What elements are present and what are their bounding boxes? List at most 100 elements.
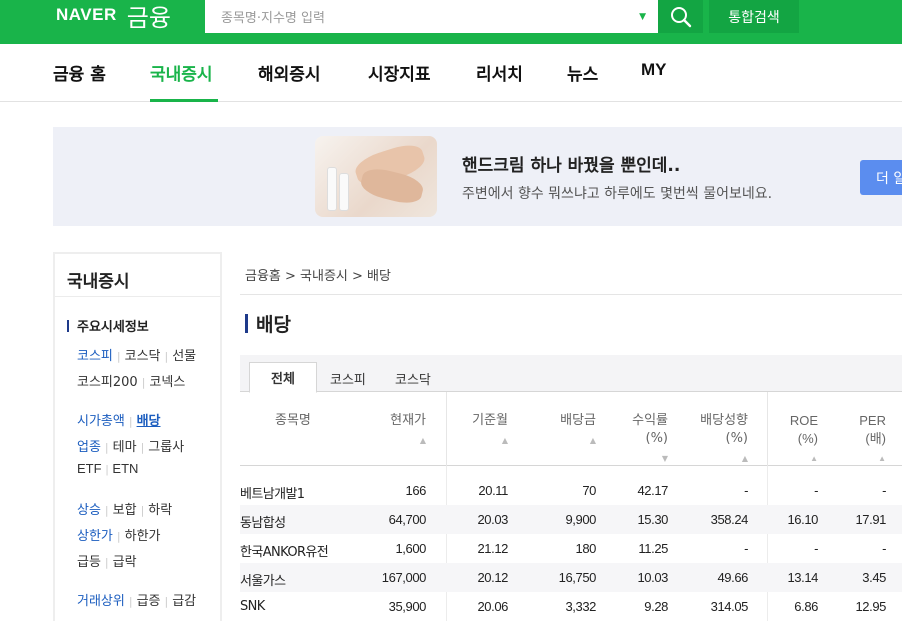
cell-stock-name[interactable]: 서울가스: [240, 570, 286, 589]
cell-dividend: 180: [575, 541, 597, 556]
search-button[interactable]: [658, 0, 703, 33]
cell-yield: 15.30: [637, 512, 668, 527]
search-placeholder: 종목명·지수명 입력: [221, 11, 325, 26]
sidebar-row: 업종 | 테마 | 그룹사: [77, 440, 185, 455]
sidebar-item-group[interactable]: 그룹사: [148, 440, 184, 455]
sidebar-item-surge[interactable]: 급등: [77, 555, 101, 570]
sidebar-item-dividend[interactable]: 배당: [137, 414, 161, 429]
column-header-yield[interactable]: 수익률 (%) ▼: [632, 412, 668, 468]
sidebar-section-label: 주요시세정보: [77, 320, 149, 335]
column-header-name[interactable]: 종목명: [275, 412, 311, 430]
column-header-price[interactable]: 현재가 ▲: [390, 412, 426, 450]
ad-banner[interactable]: 핸드크림 하나 바꿨을 뿐인데.. 주변에서 향수 뭐쓰냐고 하루에도 몇번씩 …: [53, 127, 902, 226]
search-icon: [670, 6, 691, 27]
table-header: 종목명 현재가 ▲ 기준월 ▲ 배당금 ▲ 수익률 (%) ▼ 배당성향 (%) ▲…: [240, 392, 902, 466]
table-row: 서울가스 167,000 20.12 16,750 10.03 49.66 13.14 3.4…: [240, 563, 902, 592]
sidebar-item-etf[interactable]: ETF: [77, 461, 102, 476]
column-header-payout[interactable]: 배당성향 (%) ▲: [700, 412, 748, 468]
cell-per: 12.95: [855, 599, 886, 614]
sort-up-icon[interactable]: ▲: [472, 432, 508, 450]
nav-market-index[interactable]: 시장지표: [368, 60, 431, 85]
cell-current-price: 166: [405, 483, 427, 498]
sort-up-icon[interactable]: ▲: [790, 450, 818, 468]
cell-stock-name[interactable]: 베트남개발1: [240, 483, 305, 502]
cell-payout-ratio: -: [744, 541, 748, 556]
sort-up-icon[interactable]: ▲: [560, 432, 596, 450]
cell-current-price: 64,700: [388, 512, 427, 527]
sidebar-item-plunge[interactable]: 급락: [113, 555, 137, 570]
sidebar-item-kospi[interactable]: 코스피: [77, 349, 113, 364]
sort-up-icon[interactable]: ▲: [700, 450, 748, 468]
sidebar-item-theme[interactable]: 테마: [113, 440, 137, 455]
sidebar-item-kosdaq[interactable]: 코스닥: [125, 349, 161, 364]
cell-payout-ratio: 49.66: [717, 570, 748, 585]
sidebar-row: 코스피200 | 코넥스: [77, 375, 186, 390]
column-header-dividend[interactable]: 배당금 ▲: [560, 412, 596, 450]
sidebar-item-konex[interactable]: 코넥스: [149, 375, 185, 390]
column-header-label: 종목명: [275, 413, 311, 428]
sidebar-item-volume-drop[interactable]: 급감: [172, 594, 196, 609]
sidebar-item-kospi200[interactable]: 코스피200: [77, 375, 138, 390]
cell-per: 3.45: [862, 570, 886, 585]
column-header-per[interactable]: PER (배) ▲: [859, 412, 886, 468]
integrated-search-button[interactable]: 통합검색: [709, 0, 799, 33]
main-nav: 금융 홈 국내증시 해외증시 시장지표 리서치 뉴스 MY: [0, 44, 902, 102]
sidebar-item-lower-limit[interactable]: 하한가: [125, 529, 161, 544]
column-header-base-month[interactable]: 기준월 ▲: [472, 412, 508, 450]
cell-stock-name[interactable]: 동남합성: [240, 512, 286, 531]
cell-per: 17.91: [855, 512, 886, 527]
nav-finance-home[interactable]: 금융 홈: [53, 60, 106, 85]
cell-base-month: 20.12: [477, 570, 508, 585]
sidebar-item-upper-limit[interactable]: 상한가: [77, 529, 113, 544]
sort-down-icon[interactable]: ▼: [632, 450, 668, 468]
cell-current-price: 1,600: [395, 541, 426, 556]
nav-research[interactable]: 리서치: [476, 60, 523, 85]
left-sidebar: 국내증시 주요시세정보 코스피 | 코스닥 | 선물 코스피200 | 코넥스 시가총액 | 배…: [53, 252, 222, 621]
tab-all[interactable]: 전체: [249, 362, 317, 393]
sort-up-icon[interactable]: ▲: [859, 450, 886, 468]
cell-base-month: 20.11: [478, 483, 508, 498]
cell-payout-ratio: -: [744, 483, 748, 498]
search-input[interactable]: 종목명·지수명 입력 ▼: [205, 0, 658, 33]
cell-yield: 10.03: [637, 570, 668, 585]
cell-base-month: 20.06: [477, 599, 508, 614]
cell-per: -: [882, 483, 886, 498]
cell-yield: 9.28: [644, 599, 668, 614]
sidebar-item-top-volume[interactable]: 거래상위: [77, 594, 125, 609]
nav-domestic-stock[interactable]: 국내증시: [150, 60, 213, 85]
top-bar: NAVER 금융 종목명·지수명 입력 ▼ 통합검색: [0, 0, 902, 44]
divider: [767, 392, 768, 466]
market-tabs: 전체 코스피 코스닥: [240, 355, 902, 393]
tab-kospi[interactable]: 코스피: [330, 369, 366, 388]
sidebar-item-fall[interactable]: 하락: [148, 503, 172, 518]
tab-kosdaq[interactable]: 코스닥: [395, 369, 431, 388]
banner-more-button[interactable]: 더 알: [860, 160, 902, 195]
table-row: 한국ANKOR유전 1,600 21.12 180 11.25 - - -: [240, 534, 902, 563]
breadcrumb[interactable]: 금융홈 > 국내증시 > 배당: [245, 265, 391, 284]
sidebar-item-volume-surge[interactable]: 급증: [137, 594, 161, 609]
cell-roe: -: [814, 483, 818, 498]
sort-up-icon[interactable]: ▲: [390, 432, 426, 450]
naver-finance-logo[interactable]: NAVER 금융: [56, 0, 171, 32]
sidebar-row: 코스피 | 코스닥 | 선물: [77, 349, 197, 364]
cell-stock-name[interactable]: SNK: [240, 599, 265, 614]
sidebar-item-market-cap[interactable]: 시가총액: [77, 414, 125, 429]
sidebar-item-futures[interactable]: 선물: [172, 349, 196, 364]
nav-overseas-stock[interactable]: 해외증시: [258, 60, 321, 85]
chevron-down-icon[interactable]: ▼: [639, 12, 646, 22]
sidebar-item-etn[interactable]: ETN: [112, 461, 138, 476]
cell-dividend: 9,900: [565, 512, 596, 527]
sidebar-row: 거래상위 | 급증 | 급감: [77, 594, 197, 609]
sidebar-item-flat[interactable]: 보합: [113, 503, 137, 518]
cell-roe: -: [814, 541, 818, 556]
column-header-label-roe: ROE (%): [789, 413, 818, 446]
cell-stock-name[interactable]: 한국ANKOR유전: [240, 541, 329, 560]
sidebar-row: 상승 | 보합 | 하락: [77, 503, 173, 518]
column-header-roe[interactable]: ROE (%) ▲: [790, 412, 818, 468]
sidebar-item-sector[interactable]: 업종: [77, 440, 101, 455]
hand-cream-image: [315, 136, 437, 217]
sidebar-title[interactable]: 국내증시: [67, 267, 130, 292]
sidebar-item-rise[interactable]: 상승: [77, 503, 101, 518]
nav-my[interactable]: MY: [641, 60, 667, 80]
nav-news[interactable]: 뉴스: [567, 60, 598, 85]
